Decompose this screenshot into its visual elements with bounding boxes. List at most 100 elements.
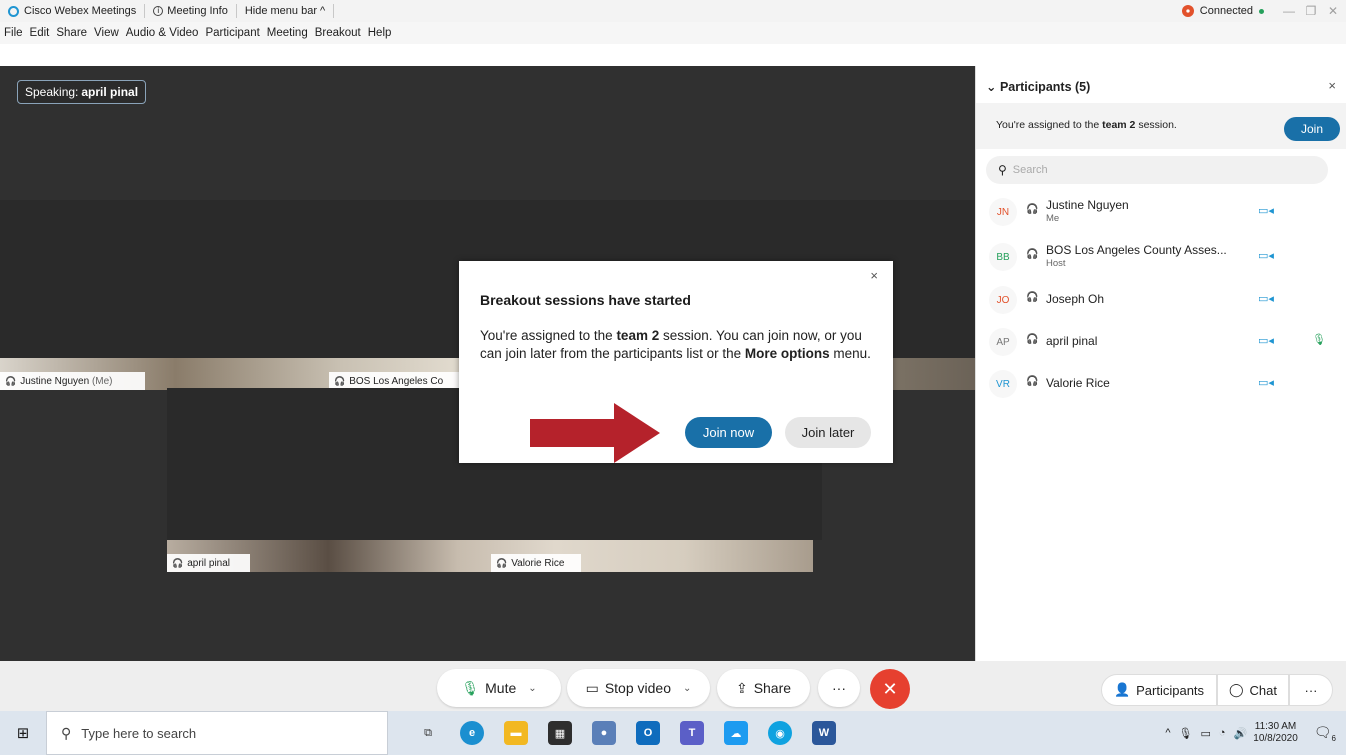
clock-date: 10/8/2020 [1253, 733, 1298, 744]
battery-icon[interactable]: ▭ [1201, 727, 1211, 740]
menu-help[interactable]: Help [368, 27, 392, 39]
join-now-button[interactable]: Join now [685, 417, 772, 448]
info-icon: i [153, 6, 164, 16]
dialog-close-button[interactable]: × [870, 268, 878, 283]
tile-label-april: 🎧 april pinal [167, 554, 250, 572]
chat-icon: ◯ [1228, 682, 1244, 697]
video-camera-icon: ▭◂ [1258, 293, 1274, 305]
windows-taskbar: ⊞ ⚲ Type here to search [0, 711, 1346, 755]
notification-center-icon[interactable]: 🗨6 [1314, 724, 1336, 743]
hide-menu-label: Hide menu bar ^ [244, 5, 326, 17]
headset-icon: 🎧 [496, 557, 508, 568]
headset-icon: 🎧 [172, 557, 184, 568]
menu-share[interactable]: Share [56, 27, 87, 39]
clock[interactable]: 11:30 AM 10/8/2020 [1253, 721, 1298, 745]
breakout-assignment-banner: You're assigned to the team 2 session. J… [976, 103, 1346, 149]
close-window-button[interactable]: ✕ [1324, 4, 1342, 18]
meeting-info-label: Meeting Info [167, 5, 228, 17]
restore-button[interactable]: ❐ [1302, 4, 1320, 18]
file-explorer-icon[interactable]: ▬ [504, 721, 528, 745]
edge-browser-icon[interactable]: e [460, 721, 484, 745]
word-icon[interactable]: W [812, 721, 836, 745]
minimize-button[interactable]: — [1280, 4, 1298, 18]
headset-icon: 🎧 [1026, 249, 1039, 260]
video-camera-icon: ▭◂ [1258, 205, 1274, 217]
hide-menu-bar-button[interactable]: Hide menu bar ^ [237, 4, 335, 18]
menu-meeting[interactable]: Meeting [267, 27, 308, 39]
headset-icon: 🎧 [5, 375, 17, 386]
assignment-text: You're assigned to the team 2 session. [996, 119, 1177, 131]
participant-search-input[interactable]: ⚲ Search [986, 156, 1328, 184]
participant-name: Justine Nguyen [1046, 198, 1129, 212]
more-options-button[interactable]: ··· [818, 669, 860, 707]
taskbar-search-input[interactable]: ⚲ Type here to search [46, 711, 388, 755]
dialog-message: You're assigned to the team 2 session. Y… [480, 328, 871, 361]
connection-status[interactable]: Connected [1200, 5, 1253, 17]
people-app-icon[interactable]: ● [592, 721, 616, 745]
wifi-icon[interactable]: ◔ [1219, 727, 1226, 739]
share-button[interactable]: ⇪ Share [717, 669, 810, 707]
chevron-down-icon[interactable]: ⌄ [683, 683, 691, 694]
join-session-button[interactable]: Join [1284, 117, 1340, 141]
connection-icon [1181, 5, 1194, 17]
end-meeting-button[interactable]: ✕ [870, 669, 910, 709]
avatar: AP [989, 328, 1017, 356]
clock-time: 11:30 AM [1254, 721, 1297, 732]
participant-role: Me [1046, 213, 1060, 224]
participants-button[interactable]: 👤 Participants [1101, 674, 1217, 706]
menu-breakout[interactable]: Breakout [315, 27, 361, 39]
webex-taskbar-icon[interactable]: ◉ [768, 721, 792, 745]
participants-panel: ⌄ Participants (5) × You're assigned to … [975, 66, 1346, 661]
windows-start-icon[interactable]: ⊞ [0, 711, 46, 755]
chevron-down-icon[interactable]: ⌄ [528, 683, 536, 694]
panel-title[interactable]: ⌄ Participants (5) [986, 79, 1090, 94]
mute-button[interactable]: 🎙 Mute ⌄ [437, 669, 561, 707]
tile-label-valorie: 🎧 Valorie Rice [491, 554, 581, 572]
panel-more-button[interactable]: ··· [1289, 674, 1333, 706]
stop-video-button[interactable]: ▭ Stop video ⌄ [567, 669, 710, 707]
microphone-tray-icon[interactable]: 🎙 [1179, 727, 1193, 740]
participant-row[interactable]: AP 🎧 april pinal ▭◂ 🎙 [976, 320, 1346, 364]
teams-icon[interactable]: T [680, 721, 704, 745]
chat-button[interactable]: ◯ Chat [1217, 674, 1289, 706]
store-icon[interactable]: ▦ [548, 721, 572, 745]
participant-row[interactable]: JN 🎧 Justine Nguyen Me ▭◂ [976, 190, 1346, 234]
status-dot-icon [1259, 8, 1264, 14]
breakout-dialog: × Breakout sessions have started You're … [459, 261, 893, 463]
avatar: BB [989, 243, 1017, 271]
meeting-control-bar: 🎙 Mute ⌄ ▭ Stop video ⌄ ⇪ Share ··· ✕ 👤 … [0, 661, 1346, 711]
participant-row[interactable]: JO 🎧 Joseph Oh ▭◂ [976, 278, 1346, 322]
video-camera-icon: ▭◂ [1258, 377, 1274, 389]
panel-close-button[interactable]: × [1328, 78, 1336, 93]
menu-participant[interactable]: Participant [205, 27, 259, 39]
app-name: Cisco Webex Meetings [24, 5, 137, 17]
menu-audio-video[interactable]: Audio & Video [126, 27, 199, 39]
headset-icon: 🎧 [1026, 334, 1039, 345]
task-view-icon[interactable]: ⧉ [416, 721, 440, 745]
microphone-icon: 🎙 [1312, 334, 1326, 346]
avatar: JN [989, 198, 1017, 226]
menu-edit[interactable]: Edit [30, 27, 50, 39]
chevron-up-icon[interactable]: ^ [1165, 727, 1170, 739]
participant-name: Joseph Oh [1046, 292, 1105, 306]
volume-icon[interactable]: 🔊 [1234, 727, 1248, 740]
menu-file[interactable]: File [4, 27, 23, 39]
headset-icon: 🎧 [1026, 376, 1039, 387]
avatar: JO [989, 286, 1017, 314]
participant-row[interactable]: BB 🎧 BOS Los Angeles County Asses... Hos… [976, 235, 1346, 279]
participant-role: Host [1046, 258, 1066, 269]
menu-view[interactable]: View [94, 27, 119, 39]
participant-row[interactable]: VR 🎧 Valorie Rice ▭◂ [976, 362, 1346, 406]
search-icon: ⚲ [998, 163, 1007, 177]
speaking-indicator: Speaking: april pinal [17, 80, 147, 104]
system-tray: ^ 🎙 ▭ ◔ 🔊 11:30 AM 10/8/2020 🗨6 [1165, 711, 1336, 755]
headset-icon: 🎧 [1026, 204, 1039, 215]
meeting-info-button[interactable]: i Meeting Info [145, 4, 237, 18]
search-icon: ⚲ [61, 724, 72, 741]
headset-icon: 🎧 [334, 375, 346, 386]
join-later-button[interactable]: Join later [785, 417, 871, 448]
title-bar: Cisco Webex Meetings i Meeting Info Hide… [0, 0, 1346, 22]
notification-count: 6 [1331, 733, 1336, 743]
outlook-icon[interactable]: O [636, 721, 660, 745]
onedrive-icon[interactable]: ☁ [724, 721, 748, 745]
